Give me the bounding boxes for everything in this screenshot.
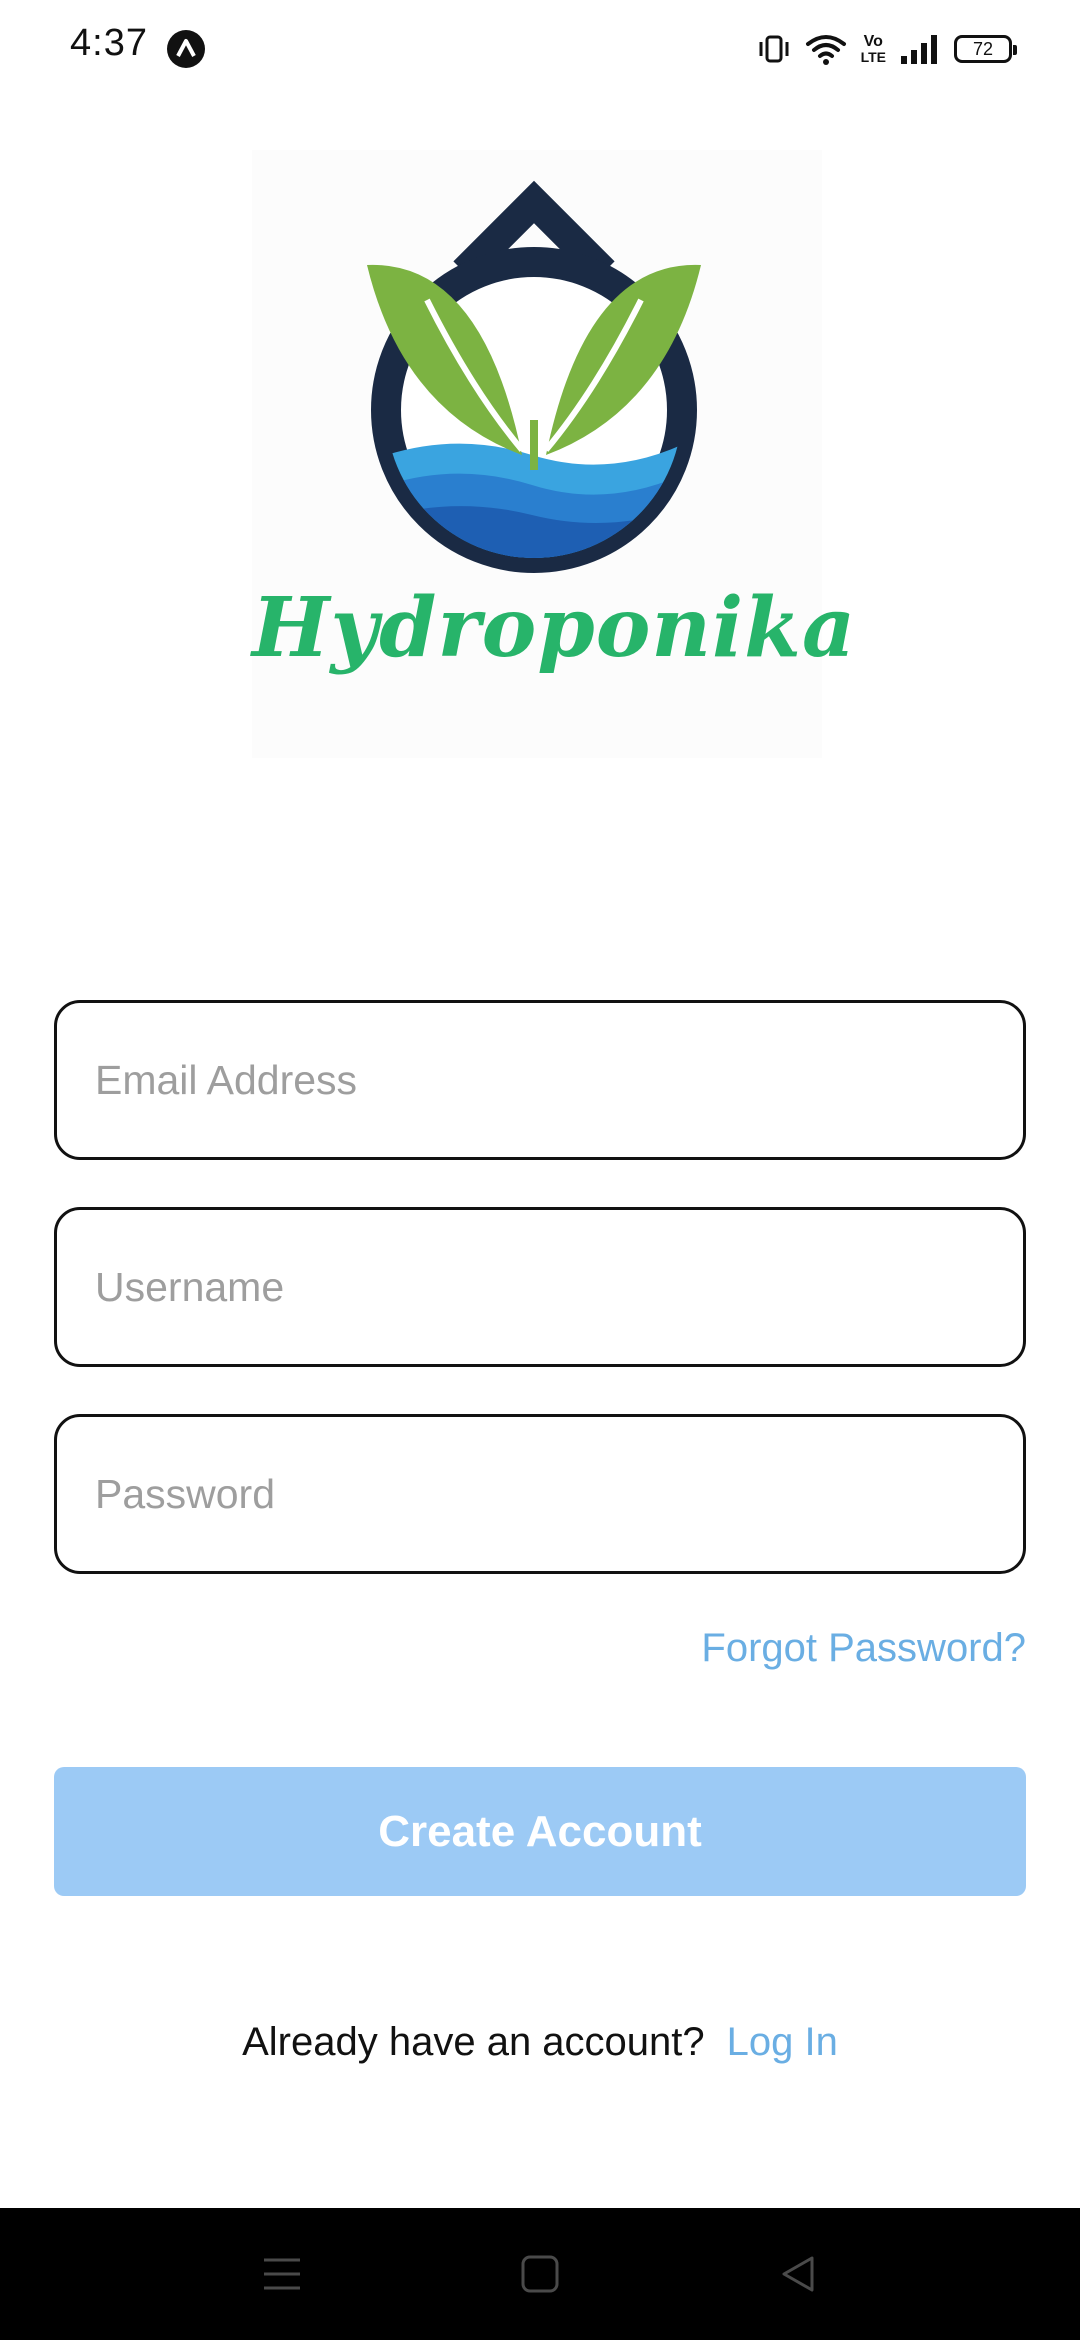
username-input[interactable] (57, 1210, 1023, 1364)
brand-name: Hydroponika (252, 580, 857, 676)
navigation-bar (0, 2208, 1080, 2340)
volte-icon: Vo LTE (860, 33, 886, 65)
status-bar: 4:37 Vo LTE 72 (0, 0, 1080, 96)
log-in-link[interactable]: Log In (727, 2020, 838, 2064)
password-input[interactable] (57, 1417, 1023, 1571)
volte-top-label: Vo (863, 33, 883, 50)
app-logo: Hydroponika (252, 150, 857, 758)
password-field-container (54, 1414, 1026, 1574)
volte-bottom-label: LTE (860, 49, 886, 65)
login-prompt-text: Already have an account? (242, 2020, 705, 2064)
create-account-button[interactable]: Create Account (54, 1767, 1026, 1896)
app-notification-icon (167, 30, 205, 68)
status-time: 4:37 (70, 22, 148, 64)
wifi-icon (805, 35, 846, 65)
back-icon[interactable] (768, 2244, 828, 2304)
battery-icon: 72 (954, 35, 1017, 63)
signal-icon (901, 35, 937, 64)
username-field-container (54, 1207, 1026, 1367)
battery-level: 72 (972, 39, 994, 59)
email-input[interactable] (57, 1003, 1023, 1157)
create-account-screen: 4:37 Vo LTE 72 Hydroponika Email Address… (0, 0, 1080, 2340)
email-field-container (54, 1000, 1026, 1160)
vibrate-icon (759, 35, 789, 63)
login-prompt-row: Already have an account? Log In (0, 2020, 1080, 2065)
status-icons: Vo LTE 72 (757, 28, 1017, 70)
menu-icon[interactable] (252, 2244, 312, 2304)
forgot-password-link[interactable]: Forgot Password? (701, 1626, 1026, 1671)
home-icon[interactable] (510, 2244, 570, 2304)
